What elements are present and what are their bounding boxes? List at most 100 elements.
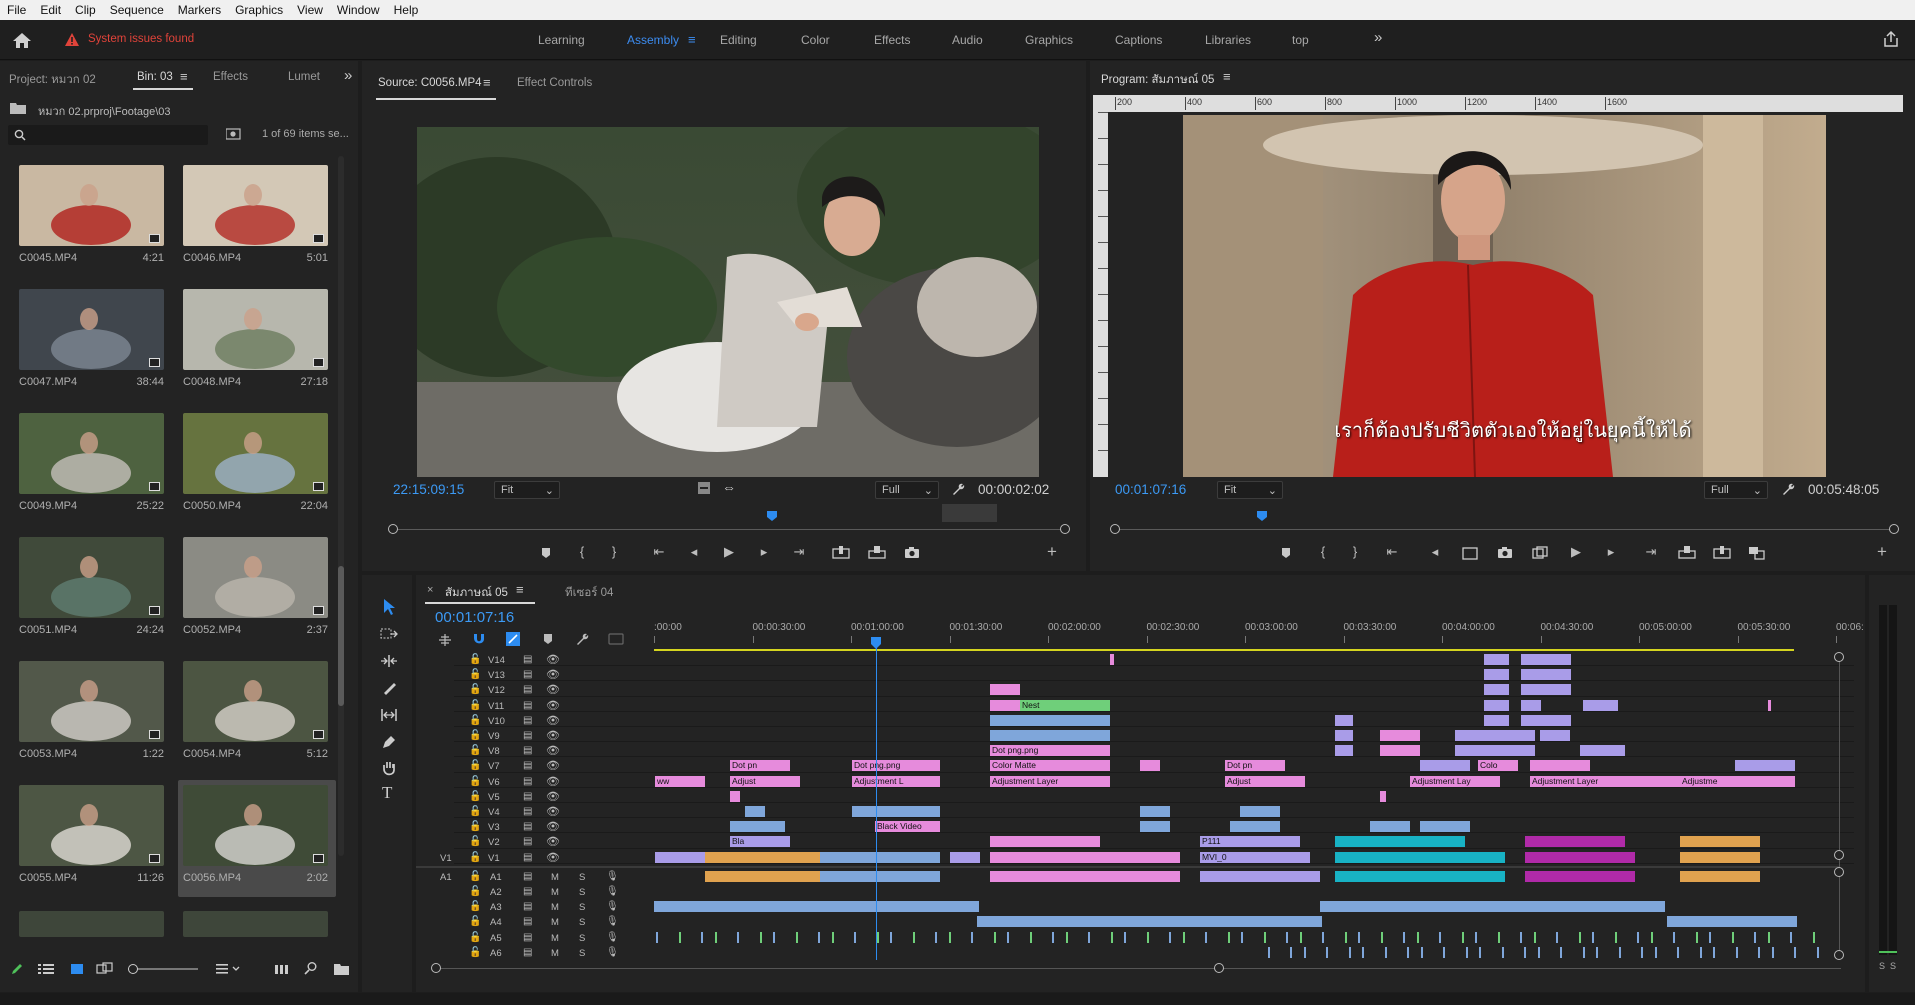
track-lock-icon[interactable]: 🔓 bbox=[469, 901, 481, 912]
program-scrubber-end-handle[interactable] bbox=[1889, 524, 1899, 534]
timeline-clip[interactable] bbox=[1335, 730, 1353, 741]
audio-clip[interactable] bbox=[1362, 946, 1364, 958]
audio-clip[interactable] bbox=[1443, 946, 1445, 958]
play-icon[interactable]: ▶ bbox=[719, 544, 739, 560]
timeline-clip[interactable] bbox=[1335, 745, 1353, 757]
audio-clip[interactable] bbox=[1560, 946, 1562, 958]
voice-over-record-icon[interactable]: 🎙 bbox=[606, 932, 619, 943]
step-forward-icon[interactable]: ▸ bbox=[1601, 544, 1621, 560]
export-frame-icon[interactable] bbox=[904, 546, 920, 559]
timeline-clip[interactable]: Nest bbox=[1020, 699, 1110, 711]
track-output-icon[interactable]: ▤ bbox=[523, 901, 532, 912]
source-menu-icon[interactable]: ≡ bbox=[483, 75, 491, 90]
timeline-clip[interactable] bbox=[852, 806, 940, 817]
program-zoom-dropdown[interactable]: Fit ⌄ bbox=[1217, 481, 1283, 499]
timeline-horizontal-scrollbar[interactable] bbox=[436, 968, 1841, 969]
clip-thumbnail[interactable] bbox=[183, 537, 328, 618]
lift-icon[interactable] bbox=[1678, 546, 1696, 560]
program-timecode[interactable]: 00:01:07:16 bbox=[1115, 482, 1186, 497]
timeline-clip[interactable] bbox=[990, 684, 1020, 696]
timeline-vertical-scrollbar[interactable] bbox=[1839, 657, 1840, 957]
clip-thumbnail[interactable] bbox=[183, 413, 328, 494]
razor-tool-icon[interactable] bbox=[381, 680, 397, 696]
warning-text[interactable]: System issues found bbox=[88, 33, 194, 45]
audio-clip[interactable] bbox=[1267, 946, 1270, 958]
tab-sequence-teaser[interactable]: ทีเซอร์ 04 bbox=[565, 584, 613, 602]
ripple-edit-tool-icon[interactable] bbox=[380, 654, 398, 668]
track-output-icon[interactable]: ▤ bbox=[523, 791, 532, 802]
audio-clip[interactable] bbox=[1637, 931, 1639, 943]
audio-clip[interactable] bbox=[1384, 946, 1387, 958]
audio-clip[interactable] bbox=[1654, 946, 1657, 958]
timeline-clip[interactable] bbox=[950, 851, 980, 863]
audio-clip[interactable] bbox=[1052, 931, 1054, 943]
track-output-icon[interactable]: ▤ bbox=[523, 871, 532, 882]
track-lock-icon[interactable]: 🔓 bbox=[469, 669, 481, 680]
track-lock-icon[interactable]: 🔓 bbox=[469, 700, 481, 711]
track-lock-icon[interactable]: 🔓 bbox=[469, 871, 481, 882]
audio-clip[interactable] bbox=[1497, 931, 1500, 943]
mark-out-icon[interactable]: } bbox=[1345, 544, 1365, 559]
timeline-clip[interactable] bbox=[1380, 745, 1420, 757]
source-in-out-range[interactable] bbox=[942, 504, 997, 522]
timeline-clip[interactable]: Adjustment Layer bbox=[990, 775, 1110, 787]
track-lock-icon[interactable]: 🔓 bbox=[469, 886, 481, 897]
automate-to-sequence-icon[interactable] bbox=[274, 962, 290, 976]
voice-over-record-icon[interactable]: 🎙 bbox=[606, 916, 619, 927]
mark-in-icon[interactable]: { bbox=[572, 544, 592, 559]
audio-clip[interactable] bbox=[948, 931, 951, 943]
audio-clip[interactable] bbox=[1007, 931, 1009, 943]
icon-view-icon[interactable] bbox=[70, 962, 84, 976]
audio-clip[interactable] bbox=[714, 931, 717, 943]
timeline-clip[interactable]: Adjustment Layer bbox=[1530, 775, 1680, 787]
audio-clip[interactable] bbox=[1479, 946, 1481, 958]
timeline-clip[interactable] bbox=[1335, 714, 1353, 726]
track-output-icon[interactable]: ▤ bbox=[523, 932, 532, 943]
timeline-clip[interactable] bbox=[1484, 669, 1509, 681]
eye-icon[interactable]: 👁 bbox=[546, 653, 560, 666]
audio-clip[interactable] bbox=[1124, 931, 1126, 943]
workspace-editing[interactable]: Editing bbox=[720, 33, 757, 47]
timeline-clip[interactable]: Adjustment Lay bbox=[1410, 775, 1500, 787]
track-lock-icon[interactable]: 🔓 bbox=[469, 715, 481, 726]
timeline-zoom-end-handle[interactable] bbox=[1214, 963, 1224, 973]
solo-button[interactable]: S bbox=[579, 872, 585, 883]
timeline-clip[interactable] bbox=[1484, 714, 1509, 726]
audio-clip[interactable] bbox=[1794, 946, 1796, 958]
source-scrubber-bar[interactable] bbox=[393, 529, 1065, 530]
track-output-icon[interactable]: ▤ bbox=[523, 654, 532, 665]
sequence-menu-icon[interactable]: ≡ bbox=[516, 582, 524, 597]
audio-clip[interactable] bbox=[1322, 931, 1324, 943]
audio-clip[interactable] bbox=[1537, 946, 1540, 958]
vertical-scroll-handle[interactable] bbox=[1834, 850, 1844, 860]
timeline-clip[interactable] bbox=[1335, 851, 1505, 863]
workspace-color[interactable]: Color bbox=[801, 33, 830, 47]
source-resolution-dropdown[interactable]: Full ⌄ bbox=[875, 481, 939, 499]
step-back-icon[interactable]: ◂ bbox=[1425, 544, 1445, 560]
audio-clip[interactable] bbox=[818, 931, 820, 943]
timeline-clip[interactable]: Adjustment L bbox=[852, 775, 940, 787]
timeline-clip[interactable]: Dot pn bbox=[730, 760, 790, 772]
audio-clip[interactable] bbox=[1699, 946, 1702, 958]
clip-thumbnail[interactable] bbox=[19, 289, 164, 370]
work-area-bar[interactable] bbox=[654, 649, 1794, 651]
timeline-clip[interactable] bbox=[1380, 730, 1420, 741]
clip-thumbnail[interactable] bbox=[19, 661, 164, 742]
timeline-settings-wrench-icon[interactable] bbox=[575, 632, 589, 646]
audio-clip[interactable] bbox=[1677, 946, 1679, 958]
timeline-clip[interactable] bbox=[1140, 760, 1160, 772]
audio-clip[interactable] bbox=[1439, 931, 1441, 943]
track-lock-icon[interactable]: 🔓 bbox=[469, 760, 481, 771]
track-lock-icon[interactable]: 🔓 bbox=[469, 932, 481, 943]
tab-program[interactable]: Program: สัมภาษณ์ 05 bbox=[1101, 71, 1214, 89]
workspace-top[interactable]: top bbox=[1292, 33, 1309, 47]
hand-tool-icon[interactable] bbox=[381, 760, 397, 777]
track-lock-icon[interactable]: 🔓 bbox=[469, 730, 481, 741]
find-icon[interactable] bbox=[304, 961, 318, 975]
audio-clip[interactable] bbox=[1326, 946, 1328, 958]
program-playhead[interactable] bbox=[1256, 510, 1268, 522]
mute-button[interactable]: M bbox=[551, 872, 559, 883]
menu-file[interactable]: File bbox=[0, 3, 33, 17]
track-output-icon[interactable]: ▤ bbox=[523, 947, 532, 958]
solo-button[interactable]: S bbox=[579, 917, 585, 928]
